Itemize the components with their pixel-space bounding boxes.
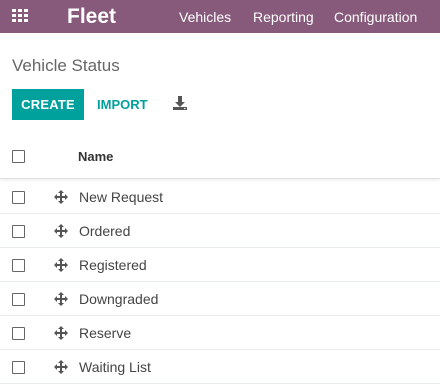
- row-checkbox[interactable]: [12, 259, 25, 272]
- table-row[interactable]: Ordered: [0, 214, 440, 248]
- row-label: Reserve: [79, 325, 132, 341]
- column-header-name[interactable]: Name: [78, 149, 113, 165]
- apps-grid-icon[interactable]: [12, 9, 30, 23]
- drag-handle-icon[interactable]: [54, 292, 68, 306]
- drag-handle-icon[interactable]: [54, 190, 68, 204]
- table-row[interactable]: Registered: [0, 248, 440, 282]
- table-row[interactable]: New Request: [0, 180, 440, 214]
- table-row[interactable]: Downgraded: [0, 282, 440, 316]
- status-list: New Request Ordered Registered Downgrade…: [0, 180, 440, 384]
- row-checkbox[interactable]: [12, 191, 25, 204]
- drag-handle-icon[interactable]: [54, 360, 68, 374]
- app-title[interactable]: Fleet: [67, 4, 116, 29]
- row-checkbox[interactable]: [12, 225, 25, 238]
- menu-vehicles[interactable]: Vehicles: [179, 9, 231, 25]
- download-icon[interactable]: [172, 95, 188, 111]
- row-checkbox[interactable]: [12, 293, 25, 306]
- breadcrumb: Vehicle Status: [12, 56, 120, 75]
- drag-handle-icon[interactable]: [54, 224, 68, 238]
- menu-configuration[interactable]: Configuration: [334, 9, 417, 25]
- top-navbar: Fleet Vehicles Reporting Configuration: [0, 0, 440, 33]
- row-label: Ordered: [79, 223, 131, 239]
- drag-handle-icon[interactable]: [54, 258, 68, 272]
- drag-handle-icon[interactable]: [54, 326, 68, 340]
- row-label: Registered: [79, 257, 147, 273]
- row-checkbox[interactable]: [12, 327, 25, 340]
- create-button[interactable]: CREATE: [12, 89, 84, 120]
- row-label: New Request: [79, 189, 164, 205]
- table-row[interactable]: Waiting List: [0, 350, 440, 384]
- table-row[interactable]: Reserve: [0, 316, 440, 350]
- table-header: Name: [0, 137, 440, 179]
- select-all-checkbox[interactable]: [12, 150, 25, 163]
- menu-reporting[interactable]: Reporting: [253, 9, 314, 25]
- row-label: Downgraded: [79, 291, 159, 307]
- row-checkbox[interactable]: [12, 361, 25, 374]
- import-button[interactable]: IMPORT: [97, 89, 148, 120]
- row-label: Waiting List: [79, 359, 151, 375]
